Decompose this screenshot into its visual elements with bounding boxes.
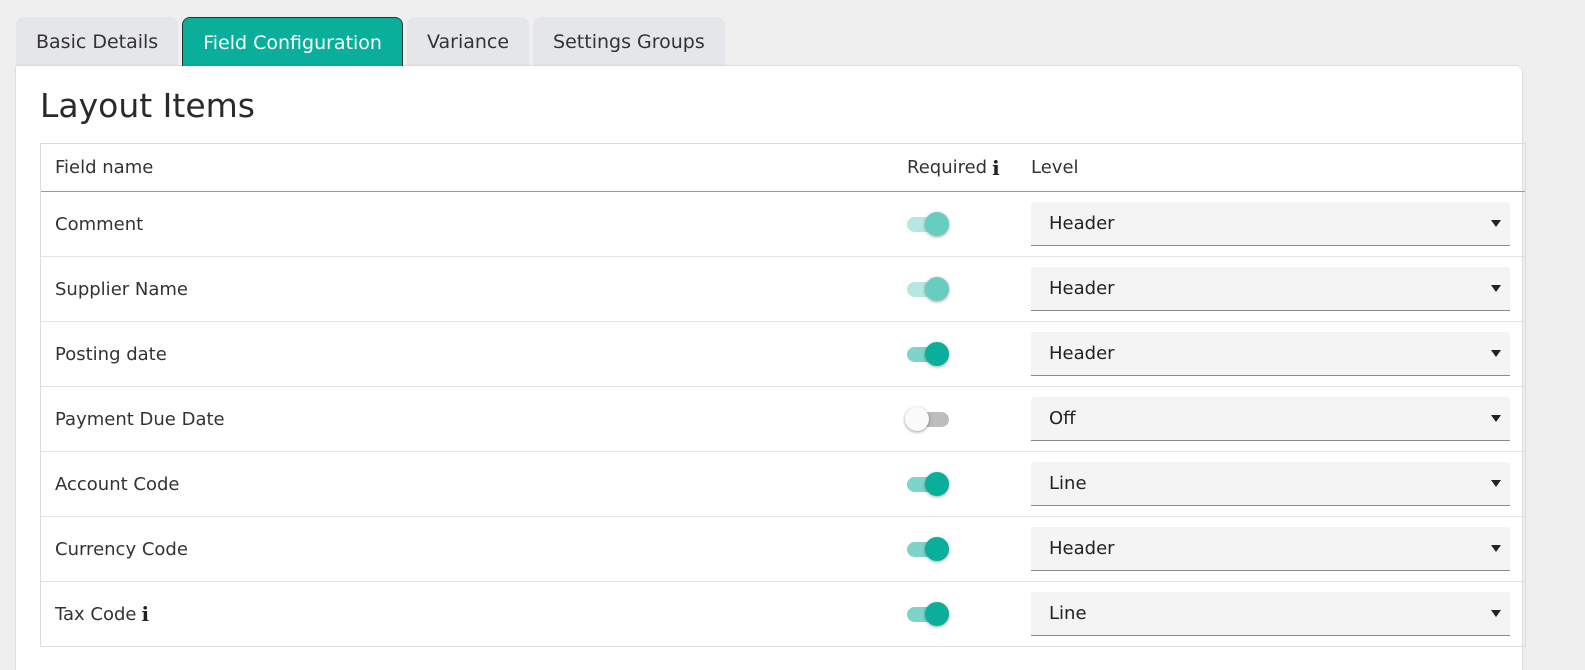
toggle-knob <box>925 212 949 236</box>
table-row: Tax Code i Line <box>41 582 1525 646</box>
field-name-comment: Comment <box>55 213 144 235</box>
tab-bar: Basic Details Field Configuration Varian… <box>16 17 725 67</box>
field-name-supplier-name: Supplier Name <box>55 278 188 300</box>
required-cell <box>907 275 1031 303</box>
required-cell <box>907 340 1031 368</box>
field-name-cell: Tax Code i <box>41 604 907 625</box>
caret-down-icon <box>1491 544 1501 552</box>
required-toggle-posting-date[interactable] <box>907 340 949 368</box>
required-toggle-comment <box>907 210 949 238</box>
required-toggle-currency-code[interactable] <box>907 535 949 563</box>
toggle-knob <box>925 472 949 496</box>
level-select-posting-date[interactable]: Header <box>1031 332 1510 376</box>
level-select-value: Header <box>1049 278 1115 299</box>
info-icon[interactable]: i <box>142 604 150 624</box>
column-header-level-label: Level <box>1031 157 1079 178</box>
required-cell <box>907 210 1031 238</box>
table-row: Currency Code Header <box>41 517 1525 582</box>
table-header: Field name Required i Level <box>41 144 1525 192</box>
field-name-account-code: Account Code <box>55 473 180 495</box>
field-name-posting-date: Posting date <box>55 343 167 365</box>
level-cell: Header <box>1031 332 1525 376</box>
page: Basic Details Field Configuration Varian… <box>0 0 1585 670</box>
level-select-value: Header <box>1049 538 1115 559</box>
field-name-cell: Currency Code <box>41 539 907 560</box>
caret-down-icon <box>1491 479 1501 487</box>
level-cell: Header <box>1031 527 1525 571</box>
required-cell <box>907 600 1031 628</box>
table-row: Payment Due Date Off <box>41 387 1525 452</box>
toggle-knob <box>925 342 949 366</box>
column-header-field-name-label: Field name <box>55 157 154 178</box>
tab-field-configuration[interactable]: Field Configuration <box>182 17 403 67</box>
column-header-required-label: Required <box>907 157 988 178</box>
required-cell <box>907 535 1031 563</box>
level-select-value: Header <box>1049 343 1115 364</box>
caret-down-icon <box>1491 609 1501 617</box>
level-select-payment-due-date[interactable]: Off <box>1031 397 1510 441</box>
required-toggle-supplier-name <box>907 275 949 303</box>
required-toggle-payment-due-date[interactable] <box>905 405 949 433</box>
level-cell: Header <box>1031 202 1525 246</box>
column-header-field-name: Field name <box>41 157 907 178</box>
required-toggle-tax-code[interactable] <box>907 600 949 628</box>
field-name-cell: Supplier Name <box>41 279 907 300</box>
field-name-tax-code: Tax Code <box>55 603 137 625</box>
field-name-cell: Account Code <box>41 474 907 495</box>
level-cell: Header <box>1031 267 1525 311</box>
required-cell <box>905 405 1031 433</box>
field-name-cell: Posting date <box>41 344 907 365</box>
level-select-supplier-name[interactable]: Header <box>1031 267 1510 311</box>
table-row: Comment Header <box>41 192 1525 257</box>
toggle-knob <box>925 277 949 301</box>
tab-variance[interactable]: Variance <box>406 17 530 67</box>
tab-basic-details[interactable]: Basic Details <box>16 17 179 67</box>
toggle-knob <box>905 407 929 431</box>
table-body: Comment Header Supplier Name Header Posting … <box>41 192 1525 646</box>
caret-down-icon <box>1491 284 1501 292</box>
level-cell: Off <box>1031 397 1525 441</box>
level-cell: Line <box>1031 592 1525 636</box>
toggle-knob <box>925 537 949 561</box>
field-name-cell: Comment <box>41 214 907 235</box>
table-row: Account Code Line <box>41 452 1525 517</box>
level-cell: Line <box>1031 462 1525 506</box>
level-select-tax-code[interactable]: Line <box>1031 592 1510 636</box>
column-header-level: Level <box>1031 157 1525 178</box>
level-select-value: Header <box>1049 213 1115 234</box>
level-select-value: Line <box>1049 603 1087 624</box>
layout-items-table: Field name Required i Level Comment Heade… <box>40 143 1526 647</box>
section-title: Layout Items <box>40 86 255 125</box>
caret-down-icon <box>1491 414 1501 422</box>
field-name-payment-due-date: Payment Due Date <box>55 408 225 430</box>
level-select-currency-code[interactable]: Header <box>1031 527 1510 571</box>
level-select-value: Line <box>1049 473 1087 494</box>
tab-settings-groups[interactable]: Settings Groups <box>533 17 725 67</box>
required-toggle-account-code[interactable] <box>907 470 949 498</box>
layout-items-panel: Layout Items Field name Required i Level… <box>16 66 1526 670</box>
caret-down-icon <box>1491 219 1501 227</box>
level-select-comment[interactable]: Header <box>1031 202 1510 246</box>
level-select-account-code[interactable]: Line <box>1031 462 1510 506</box>
required-cell <box>907 470 1031 498</box>
field-name-currency-code: Currency Code <box>55 538 188 560</box>
table-row: Supplier Name Header <box>41 257 1525 322</box>
level-select-value: Off <box>1049 408 1076 429</box>
toggle-knob <box>925 602 949 626</box>
field-name-cell: Payment Due Date <box>41 409 907 430</box>
table-row: Posting date Header <box>41 322 1525 387</box>
caret-down-icon <box>1491 349 1501 357</box>
info-icon[interactable]: i <box>992 158 1000 178</box>
column-header-required: Required i <box>907 157 1031 178</box>
